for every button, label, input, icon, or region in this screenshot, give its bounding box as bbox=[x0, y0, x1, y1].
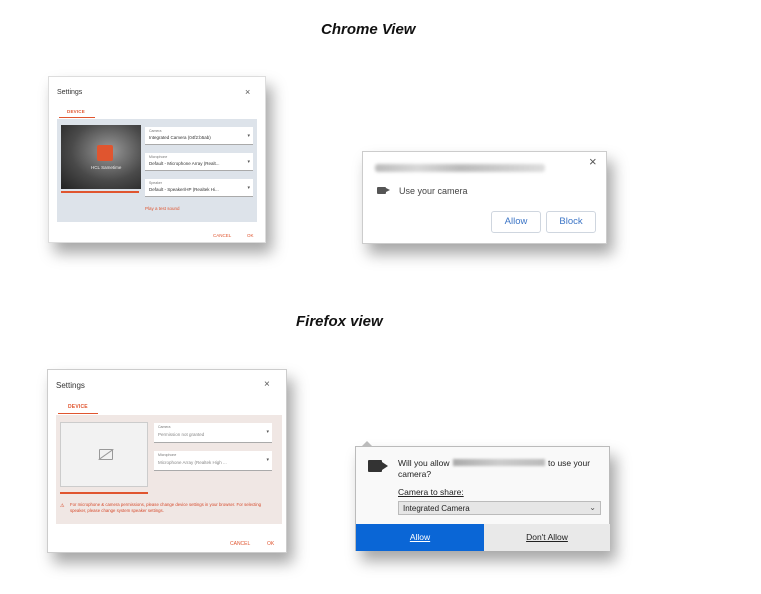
ok-button[interactable]: OK bbox=[247, 233, 254, 238]
speaker-select[interactable]: Speaker Default - Speaker/HP (Realtek Hi… bbox=[145, 179, 253, 197]
chrome-settings-dialog: Settings × DEVICE HCL Sametime Camera In… bbox=[48, 76, 266, 243]
close-icon[interactable]: × bbox=[589, 154, 597, 169]
firefox-settings-dialog: Settings × DEVICE Camera Permission not … bbox=[47, 369, 287, 553]
cancel-button[interactable]: CANCEL bbox=[230, 541, 250, 547]
cancel-button[interactable]: CANCEL bbox=[213, 233, 231, 238]
tab-indicator bbox=[59, 117, 95, 118]
warning-icon: ⚠ bbox=[60, 503, 65, 509]
redacted-site-name bbox=[375, 164, 545, 172]
microphone-select[interactable]: Microphone Default - Microphone Array (R… bbox=[145, 153, 253, 171]
firefox-view-heading: Firefox view bbox=[296, 313, 383, 330]
microphone-value: Default - Microphone Array (Realt... bbox=[149, 161, 220, 166]
block-button[interactable]: Block bbox=[546, 211, 596, 233]
chevron-down-icon: ⌄ bbox=[589, 503, 596, 512]
camera-value: Permission not granted bbox=[158, 432, 205, 437]
permission-question-start: Will you allow bbox=[398, 458, 450, 468]
settings-title: Settings bbox=[57, 89, 83, 96]
ok-button[interactable]: OK bbox=[267, 541, 274, 547]
permission-question-end: to use your bbox=[548, 458, 591, 468]
microphone-label: Microphone bbox=[149, 155, 168, 159]
tab-device[interactable]: DEVICE bbox=[68, 404, 88, 410]
popup-arrow bbox=[361, 441, 373, 447]
permission-question-line2: camera? bbox=[398, 469, 432, 479]
audio-level-bar bbox=[61, 191, 139, 193]
camera-label: Camera bbox=[149, 129, 162, 133]
allow-button[interactable]: Allow bbox=[491, 211, 541, 233]
chrome-view-heading: Chrome View bbox=[321, 21, 416, 38]
camera-share-value: Integrated Camera bbox=[403, 504, 470, 513]
chevron-down-icon: ▾ bbox=[247, 133, 250, 139]
firefox-permission-popup: Will you allow to use your camera? Camer… bbox=[355, 441, 610, 551]
camera-select[interactable]: Camera Permission not granted ▾ bbox=[154, 423, 272, 443]
tab-indicator bbox=[58, 413, 98, 414]
speaker-label: Speaker bbox=[149, 181, 163, 185]
play-test-sound-link[interactable]: Play a test sound bbox=[145, 206, 180, 211]
audio-level-bar bbox=[60, 492, 148, 494]
camera-label: Camera bbox=[158, 425, 171, 429]
speaker-value: Default - Speaker/HP (Realtek Hi... bbox=[149, 187, 219, 192]
camera-icon bbox=[377, 187, 390, 194]
camera-share-select[interactable]: Integrated Camera ⌄ bbox=[398, 501, 601, 515]
dont-allow-button[interactable]: Don't Allow bbox=[484, 524, 610, 551]
microphone-label: Microphone bbox=[158, 453, 177, 457]
chevron-down-icon: ▾ bbox=[247, 159, 250, 165]
camera-off-icon bbox=[99, 449, 113, 460]
chevron-down-icon: ▾ bbox=[247, 185, 250, 191]
camera-select[interactable]: Camera Integrated Camera (04f2:b5ab) ▾ bbox=[145, 127, 253, 145]
camera-to-share-label: Camera to share: bbox=[398, 487, 464, 497]
allow-button[interactable]: Allow bbox=[356, 524, 484, 551]
settings-title: Settings bbox=[56, 381, 85, 390]
permission-message: Use your camera bbox=[399, 186, 468, 196]
chrome-permission-popup: × Use your camera Allow Block bbox=[362, 151, 607, 244]
tab-device[interactable]: DEVICE bbox=[67, 109, 85, 114]
permission-warning: For microphone & camera permissions, ple… bbox=[70, 502, 262, 513]
camera-icon bbox=[368, 460, 388, 472]
close-icon[interactable]: × bbox=[264, 379, 270, 390]
preview-logo-text: HCL Sametime bbox=[91, 165, 122, 170]
microphone-select[interactable]: Microphone Microphone Array (Realtek Hig… bbox=[154, 451, 272, 471]
camera-preview bbox=[60, 422, 148, 487]
camera-value: Integrated Camera (04f2:b5ab) bbox=[149, 135, 211, 140]
chevron-down-icon: ▾ bbox=[266, 457, 269, 463]
microphone-value: Microphone Array (Realtek High ... bbox=[158, 460, 227, 465]
sametime-logo-icon bbox=[97, 145, 113, 161]
camera-preview: HCL Sametime bbox=[61, 125, 141, 189]
close-icon[interactable]: × bbox=[245, 87, 250, 97]
chevron-down-icon: ▾ bbox=[266, 429, 269, 435]
redacted-site-name bbox=[453, 459, 545, 466]
